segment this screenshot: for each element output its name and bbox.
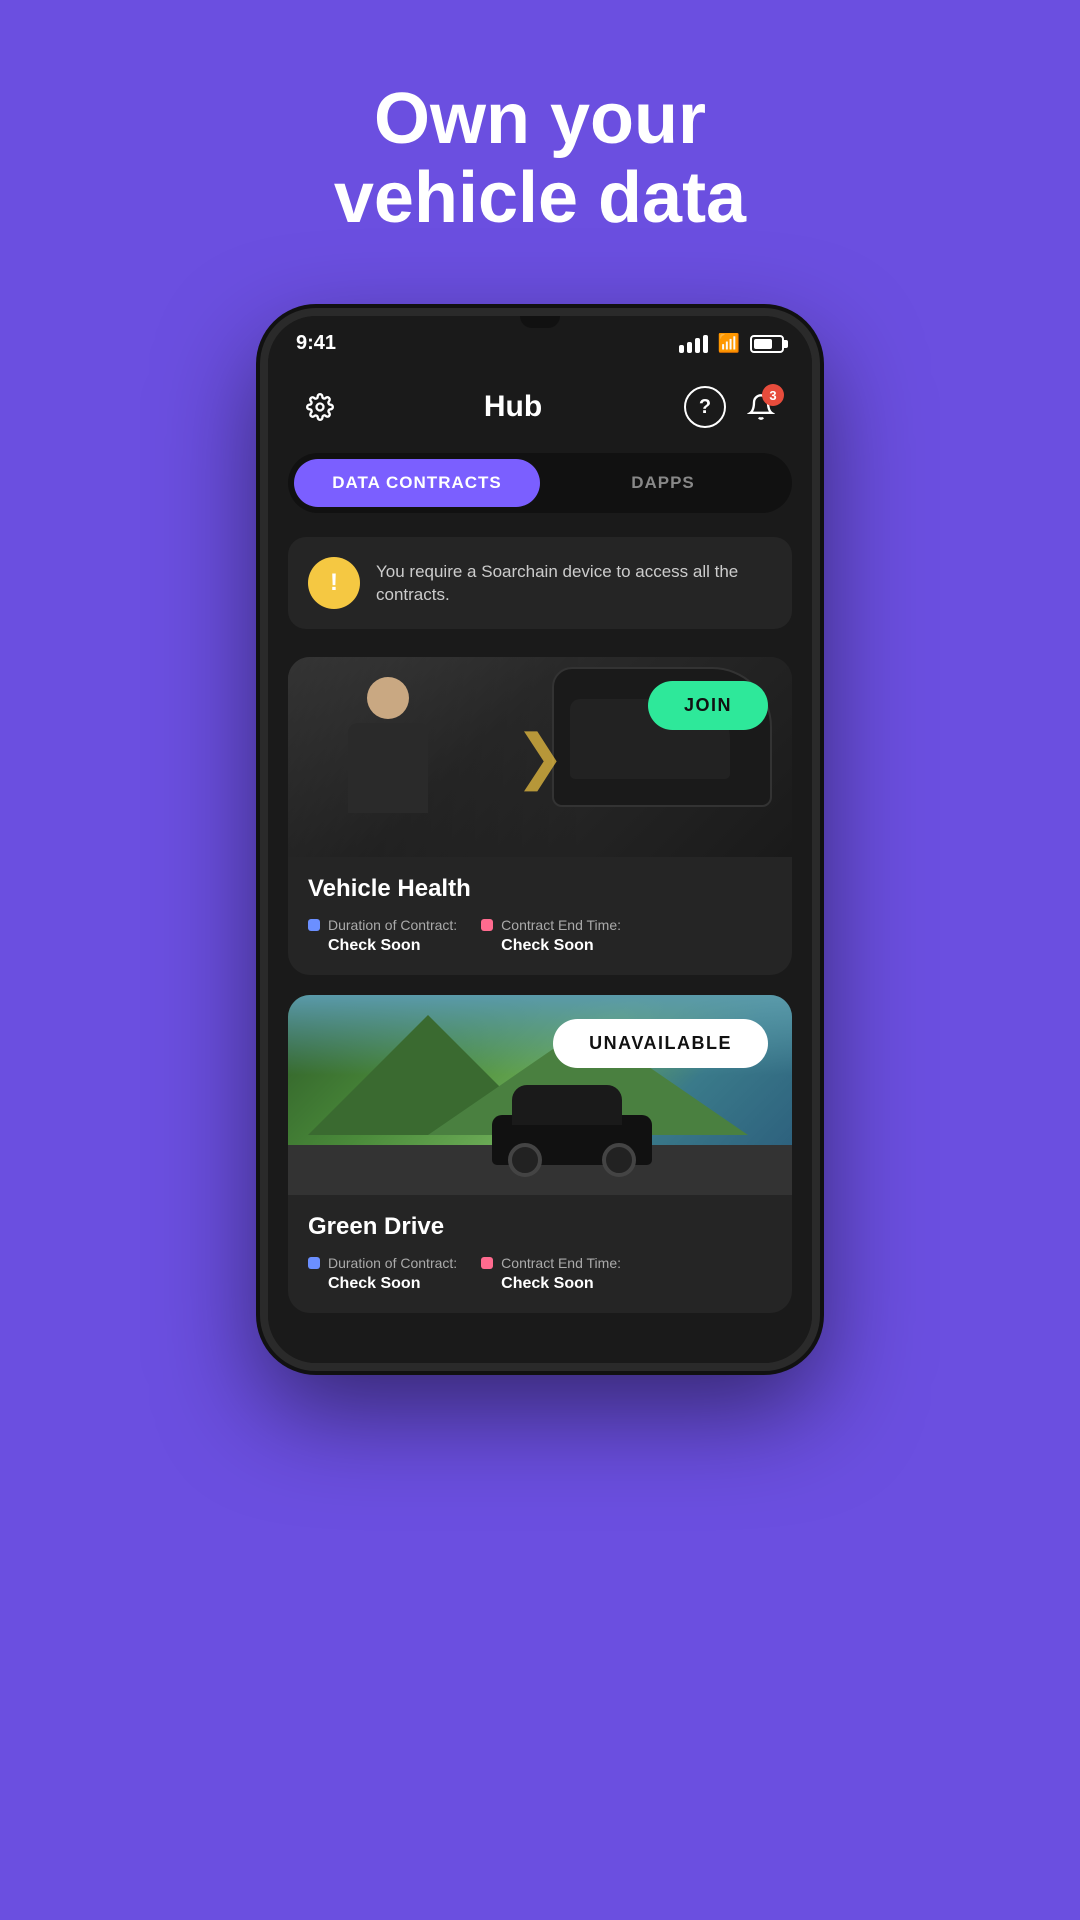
notifications-button[interactable]: 3 <box>740 386 782 428</box>
unavailable-button[interactable]: UNAVAILABLE <box>553 1019 768 1068</box>
app-content: Hub ? 3 DATA CONTRACTS DAPPS ! You requi… <box>268 365 812 1363</box>
green-drive-meta: Duration of Contract: Check Soon Contrac… <box>308 1255 772 1293</box>
gd-duration-dot <box>308 1257 320 1269</box>
status-bar: 9:41 📶 <box>268 316 812 365</box>
status-time: 9:41 <box>296 332 336 355</box>
settings-button[interactable] <box>298 385 342 429</box>
car-silhouette <box>492 1115 652 1165</box>
green-drive-image: UNAVAILABLE <box>288 995 792 1195</box>
gd-duration-value: Check Soon <box>308 1275 457 1293</box>
app-title: Hub <box>484 390 542 424</box>
contract-card-green-drive: UNAVAILABLE Green Drive Duration of Cont… <box>288 995 792 1313</box>
gd-end-time-value: Check Soon <box>481 1275 621 1293</box>
gd-duration-label: Duration of Contract: <box>308 1255 457 1271</box>
end-time-value: Check Soon <box>481 937 621 955</box>
arrow-decoration: ❯ <box>515 722 565 792</box>
vehicle-health-title: Vehicle Health <box>308 875 772 903</box>
alert-box: ! You require a Soarchain device to acce… <box>288 537 792 629</box>
end-time-item: Contract End Time: Check Soon <box>481 917 621 955</box>
app-header: Hub ? 3 <box>288 365 792 453</box>
green-drive-info: Green Drive Duration of Contract: Check … <box>288 1195 792 1313</box>
gd-end-time-dot <box>481 1257 493 1269</box>
header-actions: ? 3 <box>684 386 782 428</box>
green-drive-title: Green Drive <box>308 1213 772 1241</box>
notch <box>520 316 560 328</box>
page-headline: Own your vehicle data <box>334 80 746 238</box>
vehicle-health-info: Vehicle Health Duration of Contract: Che… <box>288 857 792 975</box>
mechanic-figure <box>318 677 458 847</box>
duration-item: Duration of Contract: Check Soon <box>308 917 457 955</box>
status-icons: 📶 <box>679 333 784 354</box>
vehicle-health-meta: Duration of Contract: Check Soon Contrac… <box>308 917 772 955</box>
vehicle-health-image: ❯ JOIN <box>288 657 792 857</box>
wifi-icon: 📶 <box>718 333 740 354</box>
phone-mockup: 9:41 📶 Hub ? <box>260 308 820 1371</box>
battery-icon <box>750 335 784 353</box>
notification-badge: 3 <box>762 384 784 406</box>
contract-card-vehicle-health: ❯ JOIN Vehicle Health Duration of Contra… <box>288 657 792 975</box>
gd-duration-item: Duration of Contract: Check Soon <box>308 1255 457 1293</box>
end-time-label: Contract End Time: <box>481 917 621 933</box>
duration-dot <box>308 919 320 931</box>
gear-icon <box>306 393 334 421</box>
end-time-dot <box>481 919 493 931</box>
help-button[interactable]: ? <box>684 386 726 428</box>
gd-end-time-label: Contract End Time: <box>481 1255 621 1271</box>
alert-message: You require a Soarchain device to access… <box>376 560 772 608</box>
warning-icon: ! <box>308 557 360 609</box>
tab-data-contracts[interactable]: DATA CONTRACTS <box>294 459 540 507</box>
signal-icon <box>679 335 708 353</box>
gd-end-time-item: Contract End Time: Check Soon <box>481 1255 621 1293</box>
duration-value: Check Soon <box>308 937 457 955</box>
tabs-container: DATA CONTRACTS DAPPS <box>288 453 792 513</box>
duration-label: Duration of Contract: <box>308 917 457 933</box>
join-button[interactable]: JOIN <box>648 681 768 730</box>
tab-dapps[interactable]: DAPPS <box>540 459 786 507</box>
